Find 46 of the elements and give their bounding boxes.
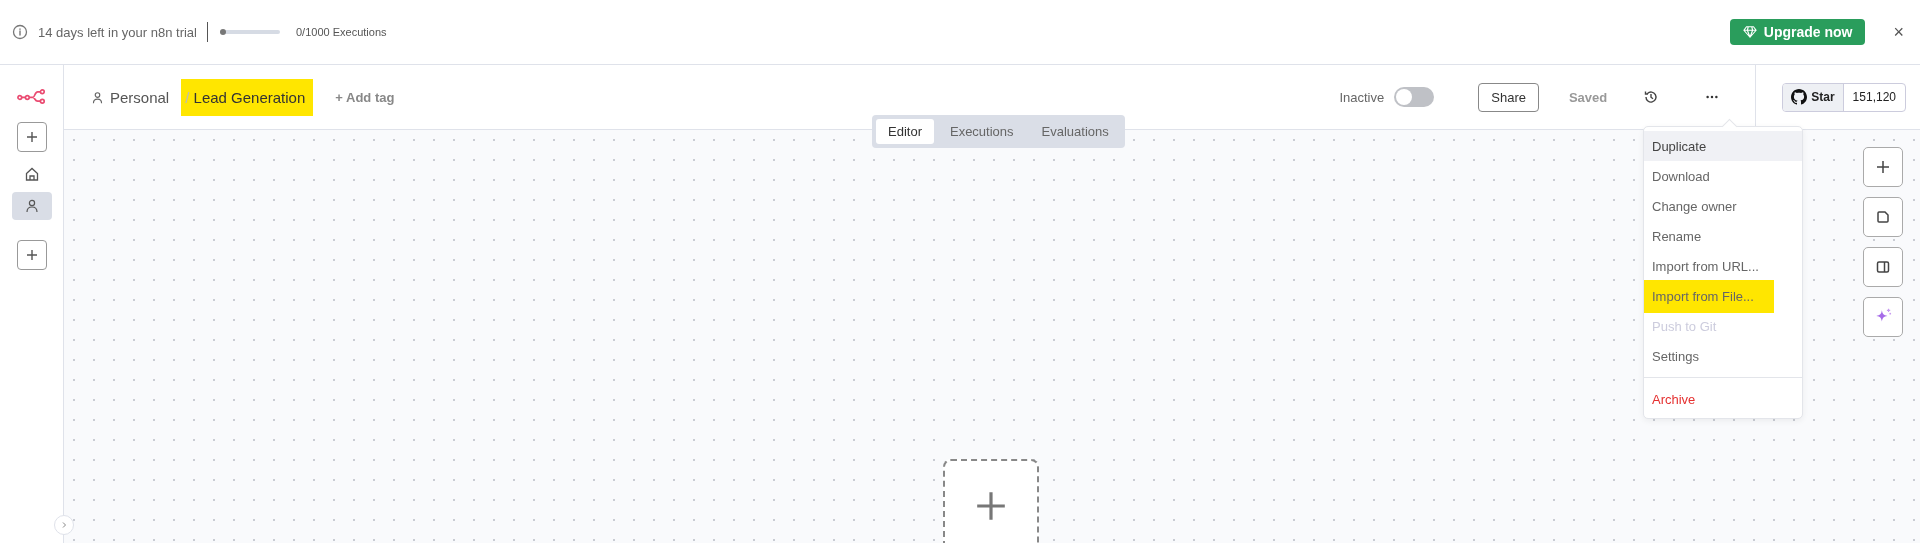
diamond-icon	[1742, 25, 1757, 39]
project-link[interactable]: Personal	[110, 88, 170, 106]
active-toggle[interactable]	[1394, 87, 1435, 107]
trial-message: 14 days left in your n8n trial	[38, 24, 197, 40]
add-button[interactable]	[16, 122, 47, 152]
plus-icon	[1875, 159, 1891, 175]
menu-item[interactable]: Change owner	[1644, 191, 1802, 221]
add-node-button[interactable]	[1863, 147, 1903, 187]
status-label: Inactive	[1339, 89, 1385, 105]
panel-button[interactable]	[1863, 247, 1903, 287]
add-first-step-button[interactable]	[943, 459, 1039, 543]
more-icon[interactable]	[1705, 95, 1720, 99]
github-star-button[interactable]: Star	[1783, 83, 1844, 111]
menu-item[interactable]: Settings	[1644, 341, 1802, 371]
add-tag-button[interactable]: + Add tag	[329, 88, 401, 106]
menu-item[interactable]: Import from URL...	[1644, 251, 1802, 281]
view-tab[interactable]: Editor	[876, 119, 934, 144]
info-icon	[12, 24, 28, 40]
view-tab[interactable]: Executions	[937, 119, 1026, 144]
upgrade-button[interactable]: Upgrade now	[1729, 19, 1866, 45]
menu-item[interactable]: Duplicate	[1644, 131, 1802, 161]
menu-item[interactable]: Rename	[1644, 221, 1802, 251]
view-tab[interactable]: Evaluations	[1029, 119, 1121, 144]
save-status: Saved	[1568, 89, 1608, 105]
share-button[interactable]: Share	[1478, 82, 1539, 112]
plus-icon	[24, 248, 39, 262]
panel-icon	[1875, 259, 1891, 275]
executions-count: 0/1000 Executions	[296, 26, 387, 38]
menu-item[interactable]: Archive	[1644, 384, 1802, 414]
person-button[interactable]	[11, 192, 52, 220]
workflow-title[interactable]: / Lead Generation	[181, 78, 314, 116]
plus-icon	[24, 130, 39, 144]
home-icon	[23, 166, 40, 182]
close-button[interactable]: ×	[1889, 21, 1908, 43]
plus-icon	[974, 489, 1008, 523]
github-icon	[1791, 89, 1808, 105]
star-count: 151,120	[1851, 89, 1897, 106]
add-button[interactable]	[16, 240, 47, 270]
menu-item[interactable]: Download	[1644, 161, 1802, 191]
person-icon	[23, 198, 40, 214]
logo-icon	[16, 89, 47, 104]
sticky-note-button[interactable]	[1863, 197, 1903, 237]
person-icon	[91, 90, 104, 104]
history-icon[interactable]	[1643, 89, 1660, 105]
note-icon	[1875, 209, 1891, 225]
ai-assistant-button[interactable]	[1863, 297, 1903, 337]
